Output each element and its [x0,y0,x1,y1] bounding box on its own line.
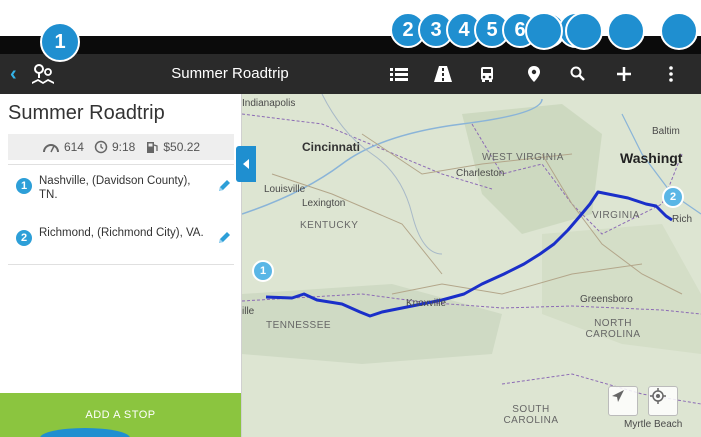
trip-panel: Summer Roadtrip 614 9:18 $50.22 1 Nashvi… [0,94,242,437]
city-label: Baltim [652,126,680,137]
route-pin[interactable]: 2 [662,186,684,208]
clock-icon [94,140,108,154]
fuel-pump-icon [147,142,158,153]
city-label: Cincinnati [302,140,361,154]
cost-stat: $50.22 [145,140,200,154]
distance-stat: 614 [42,140,84,154]
stop-item[interactable]: 2 Richmond, (Richmond City), VA. [8,222,234,262]
add-icon[interactable] [613,64,635,84]
time-stat: 9:18 [94,140,135,154]
state-label: TENNESSEE [266,320,332,331]
callout-blank [660,12,698,50]
road-icon[interactable] [432,64,454,84]
add-stop-button[interactable]: ADD A STOP [0,393,241,437]
stop-number-badge: 2 [16,230,32,246]
time-value: 9:18 [111,140,136,154]
overflow-menu-icon[interactable] [660,64,682,84]
chevron-left-icon [243,159,249,169]
callout-blank [607,12,645,50]
odometer-icon [42,144,59,153]
list-icon[interactable] [388,64,410,84]
stop-item[interactable]: 1 Nashville, (Davidson County), TN. [8,170,234,210]
stop-number-badge: 1 [16,178,32,194]
callout-blank [525,12,563,50]
divider [8,164,234,165]
state-label: SOUTH CAROLINA [503,404,559,426]
search-icon[interactable] [567,64,589,84]
collapse-panel-tab[interactable] [236,146,256,182]
edit-pencil-icon[interactable] [216,230,232,246]
state-label: NORTH CAROLINA [585,318,641,340]
stop-label: Richmond, (Richmond City), VA. [39,227,204,239]
trip-stats: 614 9:18 $50.22 [8,134,234,160]
city-label: Myrtle Beach [624,419,683,430]
navigate-button[interactable] [608,386,638,416]
route-pin[interactable]: 1 [252,260,274,282]
place-pin-icon[interactable] [523,64,545,84]
stop-label: Nashville, (Davidson County), TN. [39,175,191,201]
city-label: Lexington [302,198,346,209]
navigation-arrow-icon [612,390,624,402]
map-view[interactable]: Indianapolis Cincinnati Baltim Washingt … [242,94,701,437]
city-label: Greensboro [580,294,633,305]
city-label: Knoxville [406,298,447,309]
city-label: Indianapolis [242,98,296,109]
my-location-icon [650,388,666,404]
state-label: KENTUCKY [300,220,359,231]
city-label: ille [242,306,255,317]
car-icon[interactable] [476,64,498,84]
callout-badge: 1 [40,22,80,62]
edit-pencil-icon[interactable] [216,178,232,194]
trip-title: Summer Roadtrip [8,102,165,124]
city-label: Washingt [620,150,683,166]
divider [8,264,234,265]
distance-value: 614 [63,140,84,154]
state-label: VIRGINIA [592,210,640,221]
cost-value: $50.22 [163,140,201,154]
state-label: WEST VIRGINIA [482,152,564,163]
action-bar: ‹ Summer Roadtrip [0,54,701,94]
city-label: Charleston [456,168,505,179]
city-label: Rich [672,214,693,225]
my-location-button[interactable] [648,386,678,416]
callout-blank [565,12,603,50]
city-label: Louisville [264,184,306,195]
